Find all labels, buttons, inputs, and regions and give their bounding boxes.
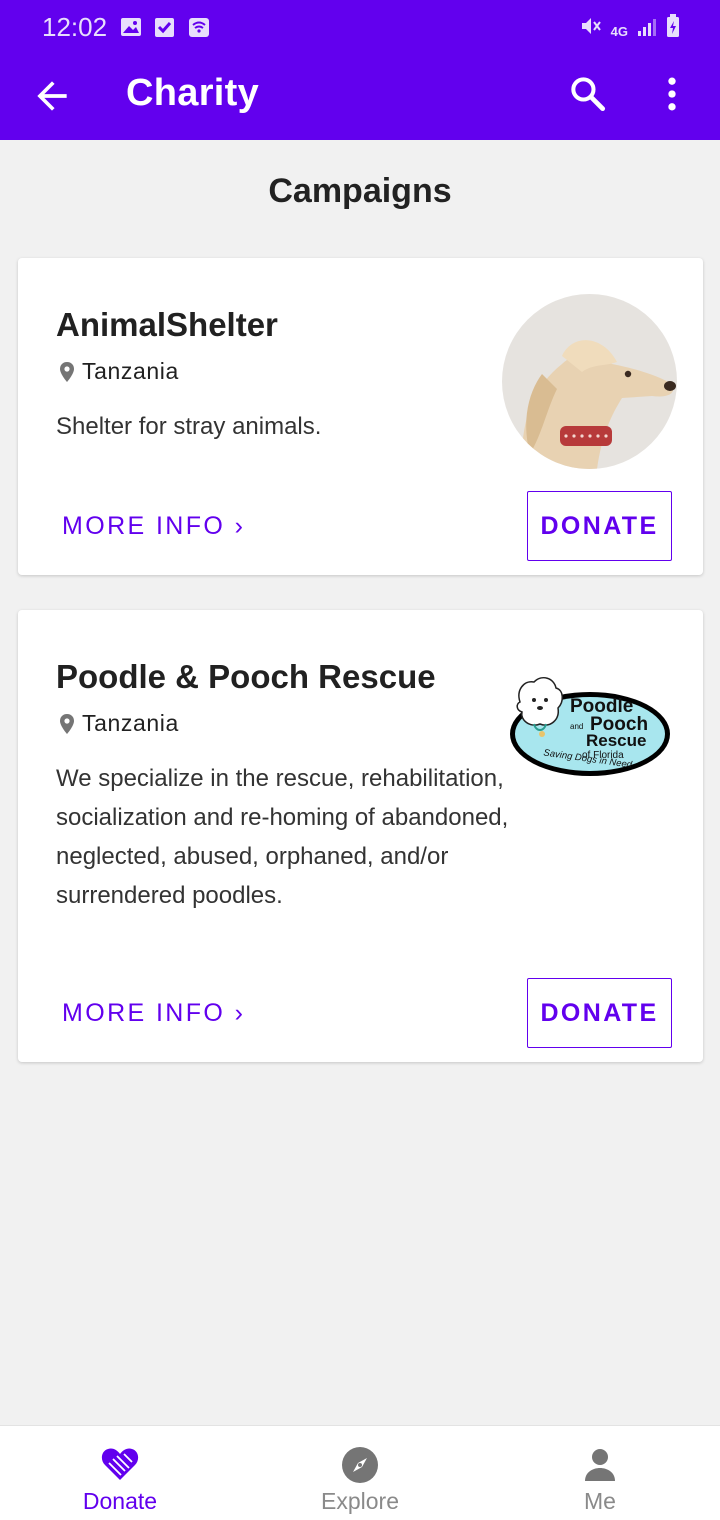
search-button[interactable] bbox=[566, 72, 610, 116]
donate-button[interactable]: DONATE bbox=[527, 491, 672, 561]
notification-icons bbox=[120, 16, 210, 38]
gallery-icon bbox=[120, 16, 142, 38]
campaign-location: Tanzania bbox=[58, 358, 179, 385]
network-type: 4G bbox=[610, 24, 628, 39]
donate-button[interactable]: DONATE bbox=[527, 978, 672, 1048]
logo-line3: Rescue bbox=[586, 731, 646, 750]
mute-icon bbox=[581, 18, 601, 34]
page-title: Charity bbox=[126, 72, 260, 114]
location-pin-icon bbox=[60, 361, 74, 382]
location-pin-icon bbox=[60, 713, 74, 734]
section-title: Campaigns bbox=[268, 172, 452, 210]
arrow-back-icon bbox=[37, 81, 67, 111]
nav-label: Me bbox=[584, 1488, 616, 1514]
signal-icon bbox=[638, 19, 656, 36]
campaign-card[interactable]: AnimalShelter Tanzania Shelter for stray… bbox=[18, 258, 703, 575]
status-bar: 12:02 4G bbox=[0, 0, 720, 56]
more-vert-icon bbox=[668, 77, 676, 111]
person-icon bbox=[585, 1449, 615, 1481]
campaign-image bbox=[502, 294, 677, 469]
back-button[interactable] bbox=[30, 74, 74, 118]
wifi-box-icon bbox=[188, 16, 210, 38]
battery-icon bbox=[667, 14, 679, 37]
nav-label: Donate bbox=[82, 1488, 158, 1514]
location-text: Tanzania bbox=[82, 710, 179, 736]
logo-line2-small: and bbox=[570, 722, 583, 731]
campaign-name: Poodle & Pooch Rescue bbox=[56, 658, 436, 695]
campaign-description: We specialize in the rescue, rehabilitat… bbox=[56, 765, 509, 909]
nav-item-me[interactable]: Me bbox=[480, 1426, 720, 1520]
bottom-navigation: Donate Explore Me bbox=[0, 1425, 720, 1520]
campaign-location: Tanzania bbox=[58, 710, 179, 737]
campaign-name: AnimalShelter bbox=[56, 306, 278, 343]
campaign-logo: Poodle and Pooch Rescue of Florida Savin… bbox=[506, 672, 674, 780]
more-info-link[interactable]: MORE INFO › bbox=[62, 512, 245, 541]
more-info-link[interactable]: MORE INFO › bbox=[62, 999, 245, 1028]
campaign-card[interactable]: Poodle & Pooch Rescue Tanzania We specia… bbox=[18, 610, 703, 1062]
nav-label: Explore bbox=[321, 1488, 399, 1514]
search-icon bbox=[571, 77, 606, 112]
compass-icon bbox=[342, 1447, 378, 1483]
status-time: 12:02 bbox=[42, 12, 108, 42]
overflow-menu-button[interactable] bbox=[650, 72, 694, 116]
location-text: Tanzania bbox=[82, 358, 179, 384]
app-bar: Charity bbox=[0, 56, 720, 140]
heart-hand-icon bbox=[101, 1448, 139, 1480]
nav-item-explore[interactable]: Explore bbox=[240, 1426, 480, 1520]
checkbox-icon bbox=[154, 16, 176, 38]
campaign-description: Shelter for stray animals. bbox=[56, 413, 322, 440]
nav-item-donate[interactable]: Donate bbox=[0, 1426, 240, 1520]
system-icons: 4G bbox=[579, 14, 680, 38]
